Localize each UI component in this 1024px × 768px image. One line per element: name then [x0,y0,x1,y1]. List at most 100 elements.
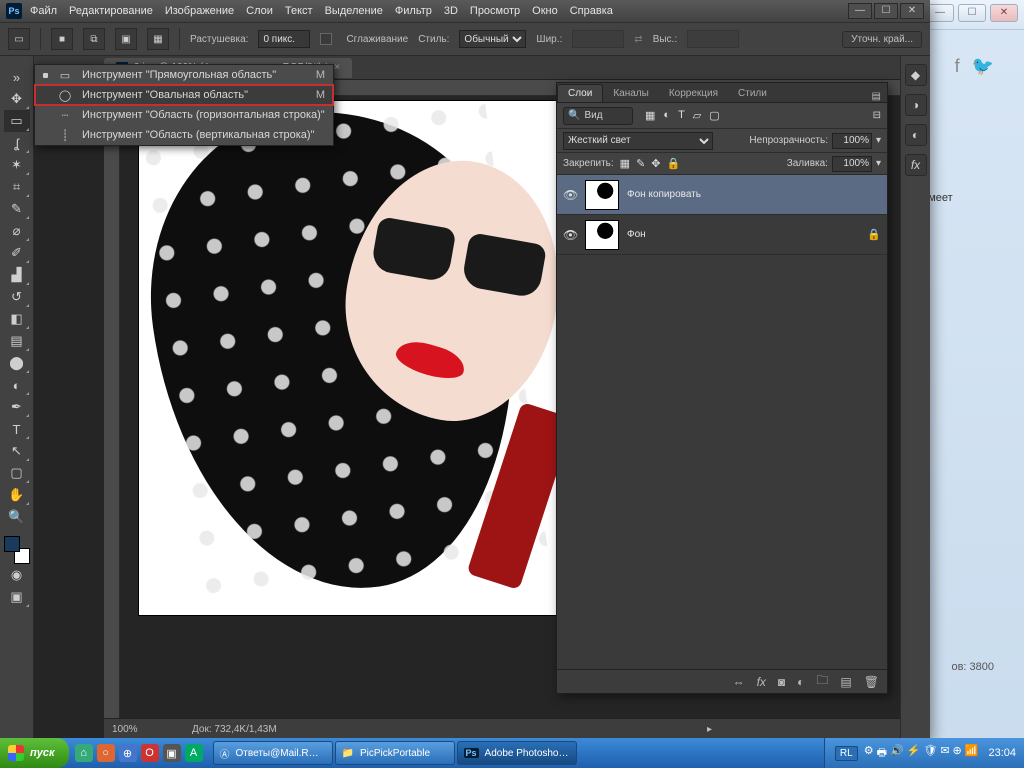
filter-smart-icon[interactable]: ▢ [709,109,719,122]
fill-input[interactable] [832,156,872,172]
layer-row[interactable]: 👁 Фон 🔒 [557,215,887,255]
tray-icon[interactable]: 📶 [965,744,979,763]
ql-icon[interactable]: ▣ [163,744,181,762]
dock-styles-icon[interactable]: fx [905,154,927,176]
link-layers-icon[interactable]: ⇔ [733,675,745,689]
filter-shape-icon[interactable]: ▱ [693,109,701,122]
tool-quickmask[interactable]: ◉ [4,564,30,586]
antialias-checkbox[interactable] [320,33,332,45]
flyout-item-column[interactable]: ┊ Инструмент "Область (вертикальная стро… [35,125,333,145]
tool-move[interactable]: ✥ [4,88,30,110]
menu-view[interactable]: Просмотр [470,5,520,17]
dock-color-icon[interactable]: ◑ [905,94,927,116]
tool-gradient[interactable]: ▤ [4,330,30,352]
tray-icon[interactable]: ✉ [940,744,949,763]
tool-brush[interactable]: ✐ [4,242,30,264]
statusbar-arrow-icon[interactable]: ▸ [707,724,712,735]
tool-eraser[interactable]: ◧ [4,308,30,330]
menu-image[interactable]: Изображение [165,5,234,17]
clock[interactable]: 23:04 [988,747,1016,759]
ql-icon[interactable]: ○ [97,744,115,762]
tool-lasso[interactable]: ʆ [4,132,30,154]
layer-thumbnail[interactable] [585,180,619,210]
visibility-icon[interactable]: 👁 [563,228,577,242]
tab-styles[interactable]: Стили [728,85,777,102]
lock-transparency-icon[interactable]: ▦ [620,157,630,170]
menu-filter[interactable]: Фильтр [395,5,432,17]
flyout-item-rect[interactable]: ▭ Инструмент "Прямоугольная область" M [35,65,333,85]
refine-edge-button[interactable]: Уточн. край... [842,31,922,48]
tool-crop[interactable]: ⌗ [4,176,30,198]
tool-stamp[interactable]: ▟ [4,264,30,286]
new-adjustment-icon[interactable]: ◐ [797,675,804,689]
tool-hand[interactable]: ✋ [4,484,30,506]
layer-name[interactable]: Фон копировать [627,189,881,200]
menu-help[interactable]: Справка [570,5,613,17]
color-swatches[interactable] [4,536,30,564]
tool-history-brush[interactable]: ↺ [4,286,30,308]
tool-preset-icon[interactable]: ▭ [8,28,30,50]
blend-mode-select[interactable]: Жесткий свет [563,132,713,150]
selection-intersect-icon[interactable]: ▦ [147,28,169,50]
menu-edit[interactable]: Редактирование [69,5,153,17]
ruler-vertical[interactable] [104,96,120,718]
menu-window[interactable]: Окно [532,5,558,17]
tool-healing[interactable]: ⌀ [4,220,30,242]
panel-menu-icon[interactable]: ▤ [866,91,887,102]
layer-mask-icon[interactable]: ◙ [778,675,785,689]
tool-path-select[interactable]: ↖ [4,440,30,462]
tab-layers[interactable]: Слои [557,84,603,102]
tool-zoom[interactable]: 🔍 [4,506,30,528]
layer-filter-select[interactable]: 🔍 Вид [563,107,633,125]
doc-size[interactable]: Док: 732,4K/1,43M [192,724,277,735]
ql-icon[interactable]: A [185,744,203,762]
selection-subtract-icon[interactable]: ▣ [115,28,137,50]
tool-magic-wand[interactable]: ✶ [4,154,30,176]
tool-marquee[interactable]: ▭ [4,110,30,132]
ql-icon[interactable]: ⌂ [75,744,93,762]
menu-select[interactable]: Выделение [325,5,383,17]
task-button[interactable]: 📁PicPickPortable [335,741,455,765]
new-group-icon[interactable]: 🗀 [816,671,828,692]
filter-adjust-icon[interactable]: ◐ [663,109,670,122]
feather-input[interactable] [258,30,310,48]
ps-titlebar[interactable]: Ps Файл Редактирование Изображение Слои … [0,0,930,22]
layers-panel[interactable]: Слои Каналы Коррекция Стили ▤ 🔍 Вид ▦ ◐ … [556,82,888,694]
opacity-input[interactable] [832,133,872,149]
opacity-dropdown-icon[interactable]: ▾ [876,135,881,146]
doc-close-icon[interactable]: × [334,62,340,73]
menu-layers[interactable]: Слои [246,5,273,17]
bg-min-icon[interactable]: — [926,4,954,22]
visibility-icon[interactable]: 👁 [563,188,577,202]
selection-add-icon[interactable]: ⧉ [83,28,105,50]
flyout-item-row[interactable]: ┈ Инструмент "Область (горизонтальная ст… [35,105,333,125]
tool-shape[interactable]: ▢ [4,462,30,484]
twitter-icon[interactable]: 🐦 [972,56,994,77]
language-indicator[interactable]: RL [835,746,858,761]
tab-channels[interactable]: Каналы [603,85,659,102]
tab-adjustments[interactable]: Коррекция [659,85,728,102]
tool-type[interactable]: T [4,418,30,440]
style-select[interactable]: Обычный [459,30,526,48]
ql-icon[interactable]: O [141,744,159,762]
tray-icon[interactable]: ⚡ [907,744,921,763]
tray-icon[interactable]: ⊕ [953,744,962,763]
new-layer-icon[interactable]: ▤ [840,675,851,689]
canvas[interactable] [138,100,588,616]
layer-row[interactable]: 👁 Фон копировать [557,175,887,215]
selection-new-icon[interactable]: ■ [51,28,73,50]
ps-maximize-icon[interactable]: ☐ [874,3,898,19]
task-button[interactable]: PsAdobe Photosho… [457,741,577,765]
ql-icon[interactable]: ⊕ [119,744,137,762]
ps-close-icon[interactable]: ✕ [900,3,924,19]
dock-adjustments-icon[interactable]: ◐ [905,124,927,146]
swap-wh-icon[interactable]: ⇄ [634,34,642,45]
tool-dodge[interactable]: ◐ [4,374,30,396]
layer-name[interactable]: Фон [627,229,859,240]
tool-eyedropper[interactable]: ✎ [4,198,30,220]
start-button[interactable]: пуск [0,738,69,768]
lock-position-icon[interactable]: ✥ [651,157,660,170]
task-button[interactable]: ⒶОтветы@Mail.R… [213,741,333,765]
tool-screenmode[interactable]: ▣ [4,586,30,608]
menu-3d[interactable]: 3D [444,5,458,17]
